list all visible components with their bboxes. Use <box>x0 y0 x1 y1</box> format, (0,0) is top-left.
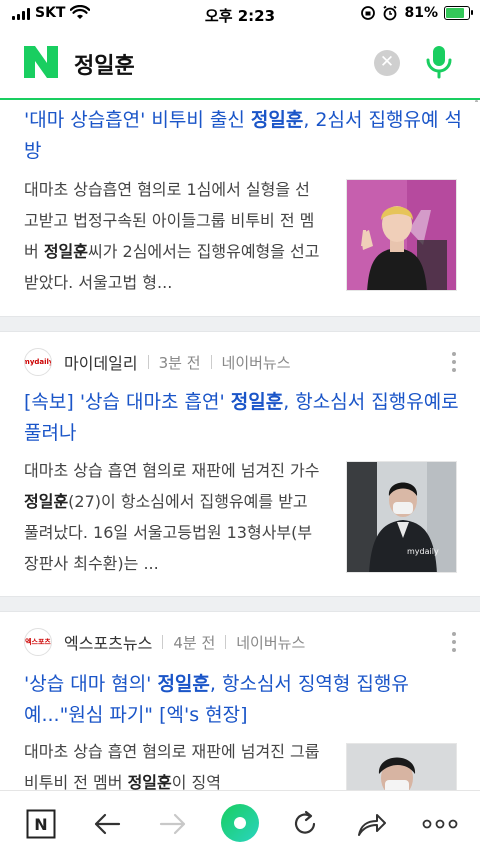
news-card[interactable]: 엑스포츠 엑스포츠뉴스 4분 전 네이버뉴스 '상습 대마 혐의' 정일훈, 항… <box>0 612 480 790</box>
search-header: 정일훈 ✕ <box>0 28 480 100</box>
article-snippet: 대마초 상습흡연 혐의로 1심에서 실형을 선고받고 법정구속된 아이들그룹 비… <box>24 180 320 292</box>
article-snippet: 대마초 상습 흡연 혐의로 재판에 넘겨진 그룹 비투비 전 멤버 정일훈이 징… <box>24 742 320 790</box>
mic-icon[interactable] <box>424 44 454 80</box>
home-label: N <box>34 815 47 834</box>
thumbnail-watermark: mydaily <box>407 547 439 556</box>
naver-logo-icon[interactable] <box>24 46 58 78</box>
time-ago: 3분 전 <box>158 353 201 372</box>
time-ago: 4분 전 <box>173 633 216 652</box>
orientation-lock-icon <box>361 6 376 20</box>
bottom-toolbar: N <box>0 790 480 854</box>
news-source-link[interactable]: 네이버뉴스 <box>236 632 305 653</box>
article-thumbnail[interactable] <box>346 743 457 790</box>
publisher-logo[interactable]: 엑스포츠 <box>24 628 52 656</box>
search-query[interactable]: 정일훈 <box>74 48 135 80</box>
card-separator <box>0 316 480 332</box>
more-options-icon[interactable] <box>452 632 458 652</box>
article-thumbnail[interactable] <box>346 179 457 291</box>
battery-percent: 81% <box>404 5 438 21</box>
publisher-name[interactable]: 엑스포츠뉴스 <box>64 630 152 654</box>
card-separator <box>0 596 480 612</box>
battery-icon <box>444 6 473 20</box>
green-dot-icon[interactable] <box>220 803 260 843</box>
article-title[interactable]: '대마 상습흡연' 비투비 출신 정일훈, 2심서 집행유예 석방 <box>24 105 464 167</box>
article-title[interactable]: '상습 대마 혐의' 정일훈, 항소심서 징역형 집행유예..."원심 파기" … <box>24 669 464 731</box>
clear-icon[interactable]: ✕ <box>374 50 400 76</box>
reload-icon[interactable] <box>288 807 322 841</box>
article-meta: 엑스포츠 엑스포츠뉴스 4분 전 네이버뉴스 <box>24 628 305 656</box>
status-bar: SKT 오후 2:23 81% <box>0 0 480 28</box>
article-thumbnail[interactable]: mydaily <box>346 461 457 573</box>
article-meta: mydaily 마이데일리 3분 전 네이버뉴스 <box>24 348 291 376</box>
publisher-name[interactable]: 마이데일리 <box>64 350 138 374</box>
article-title[interactable]: [속보] '상습 대마초 흡연' 정일훈, 항소심서 집행유예로 풀려나 <box>24 387 464 449</box>
forward-arrow-icon[interactable] <box>156 807 190 841</box>
more-icon[interactable] <box>422 807 458 841</box>
news-card[interactable]: mydaily 마이데일리 3분 전 네이버뉴스 [속보] '상습 대마초 흡연… <box>0 332 480 596</box>
home-n-icon[interactable]: N <box>24 807 58 841</box>
share-icon[interactable] <box>355 807 389 841</box>
more-options-icon[interactable] <box>452 352 458 372</box>
news-source-link[interactable]: 네이버뉴스 <box>222 352 291 373</box>
publisher-logo[interactable]: mydaily <box>24 348 52 376</box>
back-arrow-icon[interactable] <box>90 807 124 841</box>
alarm-icon <box>383 5 398 21</box>
article-snippet: 대마초 상습 흡연 혐의로 재판에 넘겨진 가수 정일훈(27)이 항소심에서 … <box>24 461 320 573</box>
news-card[interactable]: '대마 상습흡연' 비투비 출신 정일훈, 2심서 집행유예 석방 대마초 상습… <box>0 102 480 316</box>
